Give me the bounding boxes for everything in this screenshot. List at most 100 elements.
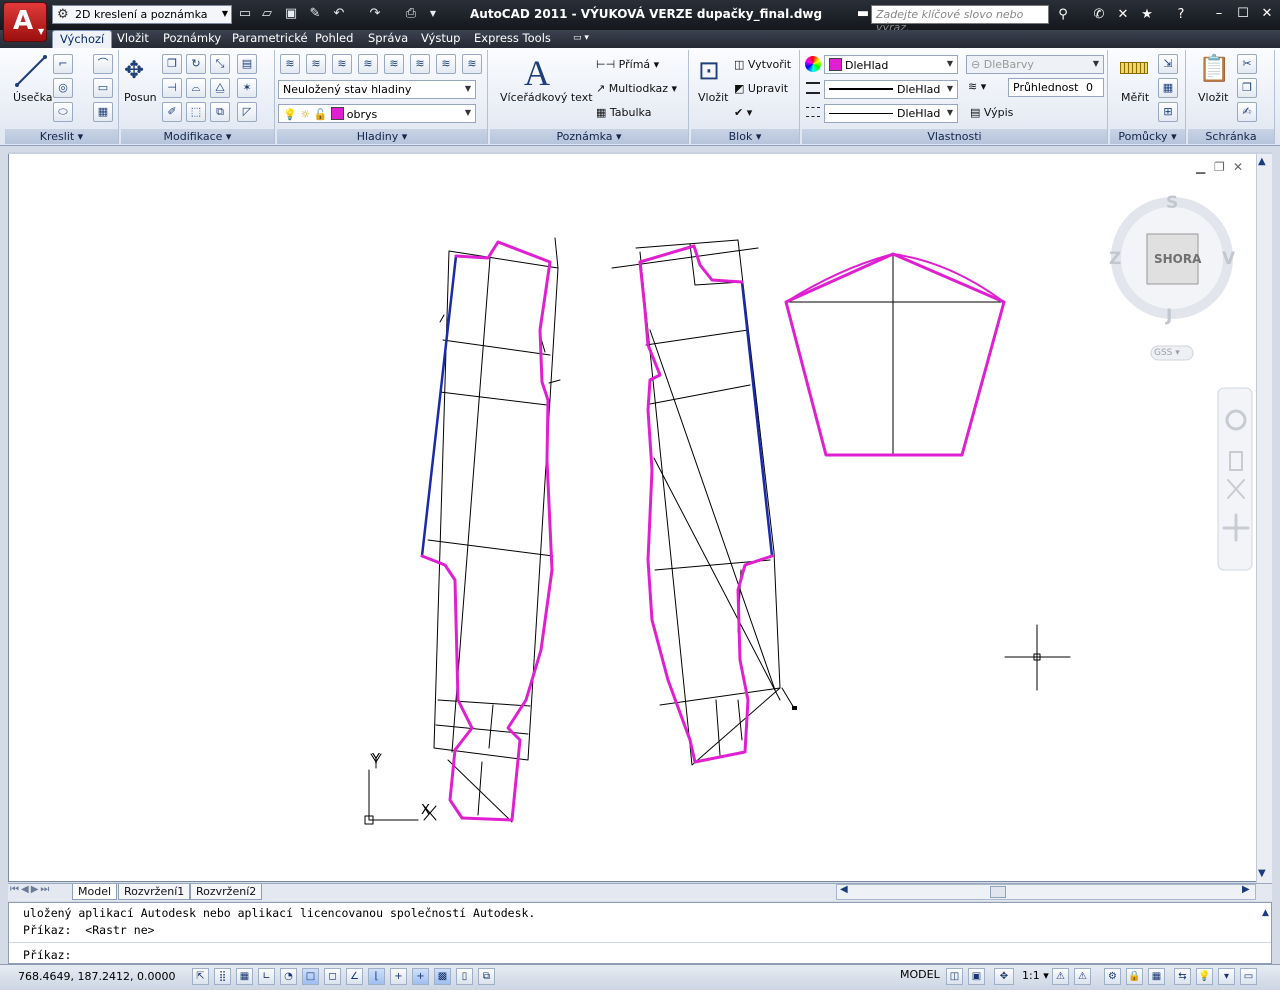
panel-schranka-label[interactable]: Schránka (1188, 129, 1274, 144)
panel-hladiny-label[interactable]: Hladiny ▾ (277, 129, 487, 144)
mtext-icon[interactable]: A (524, 52, 550, 94)
layer-off-icon[interactable]: ≋ (410, 54, 430, 74)
hatch-icon[interactable]: ▦ (93, 102, 113, 122)
rotate-icon[interactable]: ↻ (186, 54, 206, 74)
layer-state-select[interactable]: Neuložený stav hladiny ▼ (278, 80, 476, 99)
ortho-mode-icon[interactable]: ∟ (258, 968, 275, 985)
stretch-icon[interactable]: ⤡ (210, 54, 230, 74)
maximize-icon[interactable]: ☐ (1232, 4, 1254, 24)
quick-select-icon[interactable]: ⇲ (1158, 54, 1178, 74)
hardware-accel-icon[interactable]: ▦ (1148, 968, 1165, 985)
trim-icon[interactable]: ⊣ (162, 78, 182, 98)
grip-point[interactable] (792, 706, 797, 710)
insert-block-icon[interactable]: ⊡ (698, 56, 720, 86)
snap-mode-icon[interactable]: ⣿ (214, 968, 231, 985)
lineweight-toggle-icon[interactable]: + (412, 968, 429, 985)
layer-lock-icon[interactable]: ≋ (436, 54, 456, 74)
coordinates-readout[interactable]: 768.4649, 187.2412, 0.0000 (18, 970, 175, 983)
scale-icon[interactable]: ⬚ (186, 102, 206, 122)
mirror-icon[interactable]: ⧋ (210, 78, 230, 98)
vertical-scrollbar[interactable] (1256, 154, 1272, 884)
move-icon[interactable]: ✥ (124, 56, 144, 84)
fillet-icon[interactable]: ⌓ (186, 78, 206, 98)
tab-vystup[interactable]: Výstup (414, 30, 467, 48)
command-window[interactable]: uložený aplikací Autodesk nebo aplikací … (8, 902, 1272, 964)
polyline-icon[interactable]: ⌐ (53, 54, 73, 74)
attribute-button[interactable]: ✔ ▾ (734, 106, 752, 119)
multileader-button[interactable]: ↗ Multiodkaz ▾ (596, 82, 677, 95)
selection-cycling-icon[interactable]: ⧉ (478, 968, 495, 985)
ellipse-icon[interactable]: ⬭ (53, 102, 73, 122)
customize-qat-icon[interactable]: ▼ (424, 6, 442, 22)
viewcube-south[interactable]: J (1166, 306, 1172, 326)
transparency-field[interactable]: Průhlednost 0 (1008, 78, 1104, 97)
tab-parametricke[interactable]: Parametrické (225, 30, 315, 48)
object-snap-tracking-icon[interactable]: ∠ (346, 968, 363, 985)
layer-properties-icon[interactable]: ≋ (280, 54, 300, 74)
minimize-icon[interactable]: – (1208, 4, 1230, 24)
save-icon[interactable]: ▣ (282, 6, 300, 22)
quick-properties-icon[interactable]: ▯ (456, 968, 473, 985)
color-select[interactable]: DleHlad ▼ (824, 55, 958, 74)
command-prompt[interactable]: Příkaz: (23, 948, 71, 962)
open-folder-icon[interactable]: ▱ (258, 6, 276, 22)
quick-view-drawings-icon[interactable]: ▣ (968, 968, 985, 985)
lock-ui-icon[interactable]: 🔒 (1126, 968, 1143, 985)
viewcube-north[interactable]: S (1166, 193, 1178, 213)
arc-icon[interactable]: ⌒ (93, 54, 113, 74)
rectangle-icon[interactable]: ▭ (93, 78, 113, 98)
layer-select[interactable]: 💡 ☼ 🔓 obrys ▼ (278, 104, 476, 123)
workspace-select[interactable]: ⚙ 2D kreslení a poznámka ▼ (52, 5, 232, 24)
annotation-visibility-icon[interactable]: ⚠ (1052, 968, 1069, 985)
tab-vychozi[interactable]: Výchozí (52, 30, 113, 48)
scroll-down-icon[interactable]: ▼ (1258, 868, 1266, 879)
favorites-star-icon[interactable]: ★ (1138, 6, 1156, 23)
annotation-scale[interactable]: 1:1 ▾ (1004, 969, 1049, 982)
linetype-select[interactable]: DleHlad ▼ (824, 104, 958, 123)
3d-osnap-icon[interactable]: ◻ (324, 968, 341, 985)
layer-walk-icon[interactable]: ≋ (462, 54, 482, 74)
transparency-icon[interactable]: ≋ ▾ (968, 80, 986, 93)
list-button[interactable]: ▤ Výpis (970, 106, 1013, 119)
cut-icon[interactable]: ✂ (1237, 54, 1257, 74)
new-file-icon[interactable]: ▭ (236, 6, 254, 22)
polar-tracking-icon[interactable]: ◔ (280, 968, 297, 985)
match-properties-icon[interactable]: ✍ (1237, 102, 1257, 122)
horizontal-scrollbar[interactable] (836, 884, 1256, 900)
layer-state-icon[interactable]: ≋ (306, 54, 326, 74)
command-scroll-icon[interactable]: ▲ (1262, 908, 1269, 918)
wrench-icon[interactable]: ✆ (1090, 6, 1108, 23)
panel-kreslit-label[interactable]: Kreslit ▾ (5, 129, 118, 144)
undo-icon[interactable]: ↶ (330, 6, 348, 22)
drawing-canvas[interactable] (8, 152, 1256, 882)
auto-scale-icon[interactable]: ⚠ (1074, 968, 1091, 985)
array-icon[interactable]: ▤ (237, 54, 257, 74)
copy-clip-icon[interactable]: ❐ (1237, 78, 1257, 98)
table-button[interactable]: ▦ Tabulka (596, 106, 651, 119)
model-space-toggle[interactable]: MODEL (900, 968, 940, 981)
dynamic-ucs-icon[interactable]: ⌊ (368, 968, 385, 985)
id-point-icon[interactable]: ⊞ (1158, 102, 1178, 122)
workspace-switch-icon[interactable]: ⚙ (1104, 968, 1121, 985)
copy-icon[interactable]: ❐ (162, 54, 182, 74)
erase-icon[interactable]: ✐ (162, 102, 182, 122)
layout-tab-rozvrzeni2[interactable]: Rozvržení2 (190, 884, 263, 900)
plotstyle-select[interactable]: ⊖ DleBarvy ▼ (966, 55, 1104, 74)
dim-linear-button[interactable]: ⊢⊣ Přímá ▾ (596, 58, 659, 71)
scroll-right-icon[interactable]: ▶ (1242, 884, 1250, 895)
viewcube-east[interactable]: V (1222, 249, 1235, 269)
layout-tab-rozvrzeni1[interactable]: Rozvržení1 (118, 884, 191, 900)
quick-view-layouts-icon[interactable]: ◫ (946, 968, 963, 985)
panel-poznamka-label[interactable]: Poznámka ▾ (490, 129, 688, 144)
panel-blok-label[interactable]: Blok ▾ (691, 129, 799, 144)
ruler-icon[interactable] (1120, 62, 1148, 74)
dynamic-input-icon[interactable]: + (390, 968, 407, 985)
line-icon[interactable] (14, 54, 48, 88)
create-block-button[interactable]: ◫ Vytvořit (734, 58, 791, 71)
object-snap-icon[interactable]: □ (302, 968, 319, 985)
paste-icon[interactable]: 📋 (1198, 54, 1230, 84)
application-menu-button[interactable]: A ▼ (3, 2, 47, 42)
tab-vlozit[interactable]: Vložit (110, 30, 156, 48)
panel-modifikace-label[interactable]: Modifikace ▾ (121, 129, 274, 144)
ribbon-minimize-icon[interactable]: ▭ ▾ (566, 30, 596, 48)
